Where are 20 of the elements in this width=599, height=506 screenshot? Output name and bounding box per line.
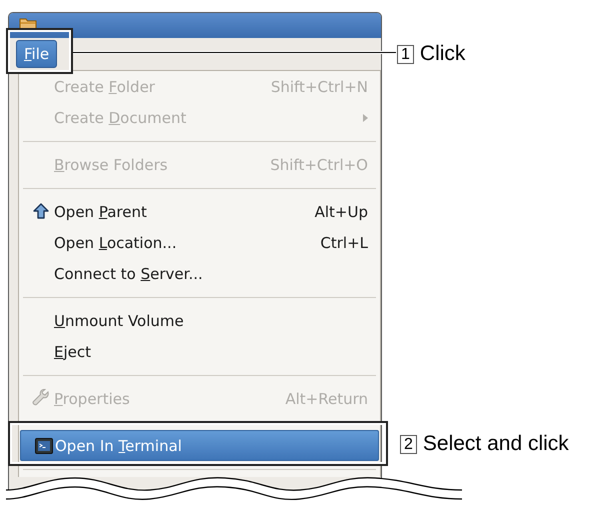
- shortcut-label: Alt+Up: [314, 202, 368, 220]
- shortcut-label: Ctrl+L: [320, 234, 368, 252]
- menu-item[interactable]: Eject: [19, 336, 380, 367]
- terminal-icon: [35, 438, 53, 455]
- up-arrow-icon: [33, 203, 49, 219]
- wrench-icon: [32, 389, 50, 407]
- highlight-frame: [6, 28, 73, 74]
- shortcut-label: Shift+Ctrl+O: [270, 156, 368, 174]
- shortcut-label: Shift+Ctrl+N: [270, 78, 368, 96]
- step-number: 2: [400, 434, 417, 454]
- menu-item[interactable]: Unmount Volume: [19, 305, 380, 336]
- menu-item[interactable]: Open Location... Ctrl+L: [19, 227, 380, 258]
- menu-title[interactable]: File: [16, 40, 58, 68]
- callout-text: Select and click: [422, 432, 569, 456]
- callout-text: Click: [420, 42, 466, 66]
- step-number: 1: [397, 44, 414, 64]
- menu-item[interactable]: Connect to Server...: [19, 258, 380, 289]
- shortcut-label: Alt+Return: [285, 390, 368, 408]
- menu-item[interactable]: Open Parent Alt+Up: [19, 196, 380, 227]
- menu-item[interactable]: Open In Terminal: [20, 430, 379, 461]
